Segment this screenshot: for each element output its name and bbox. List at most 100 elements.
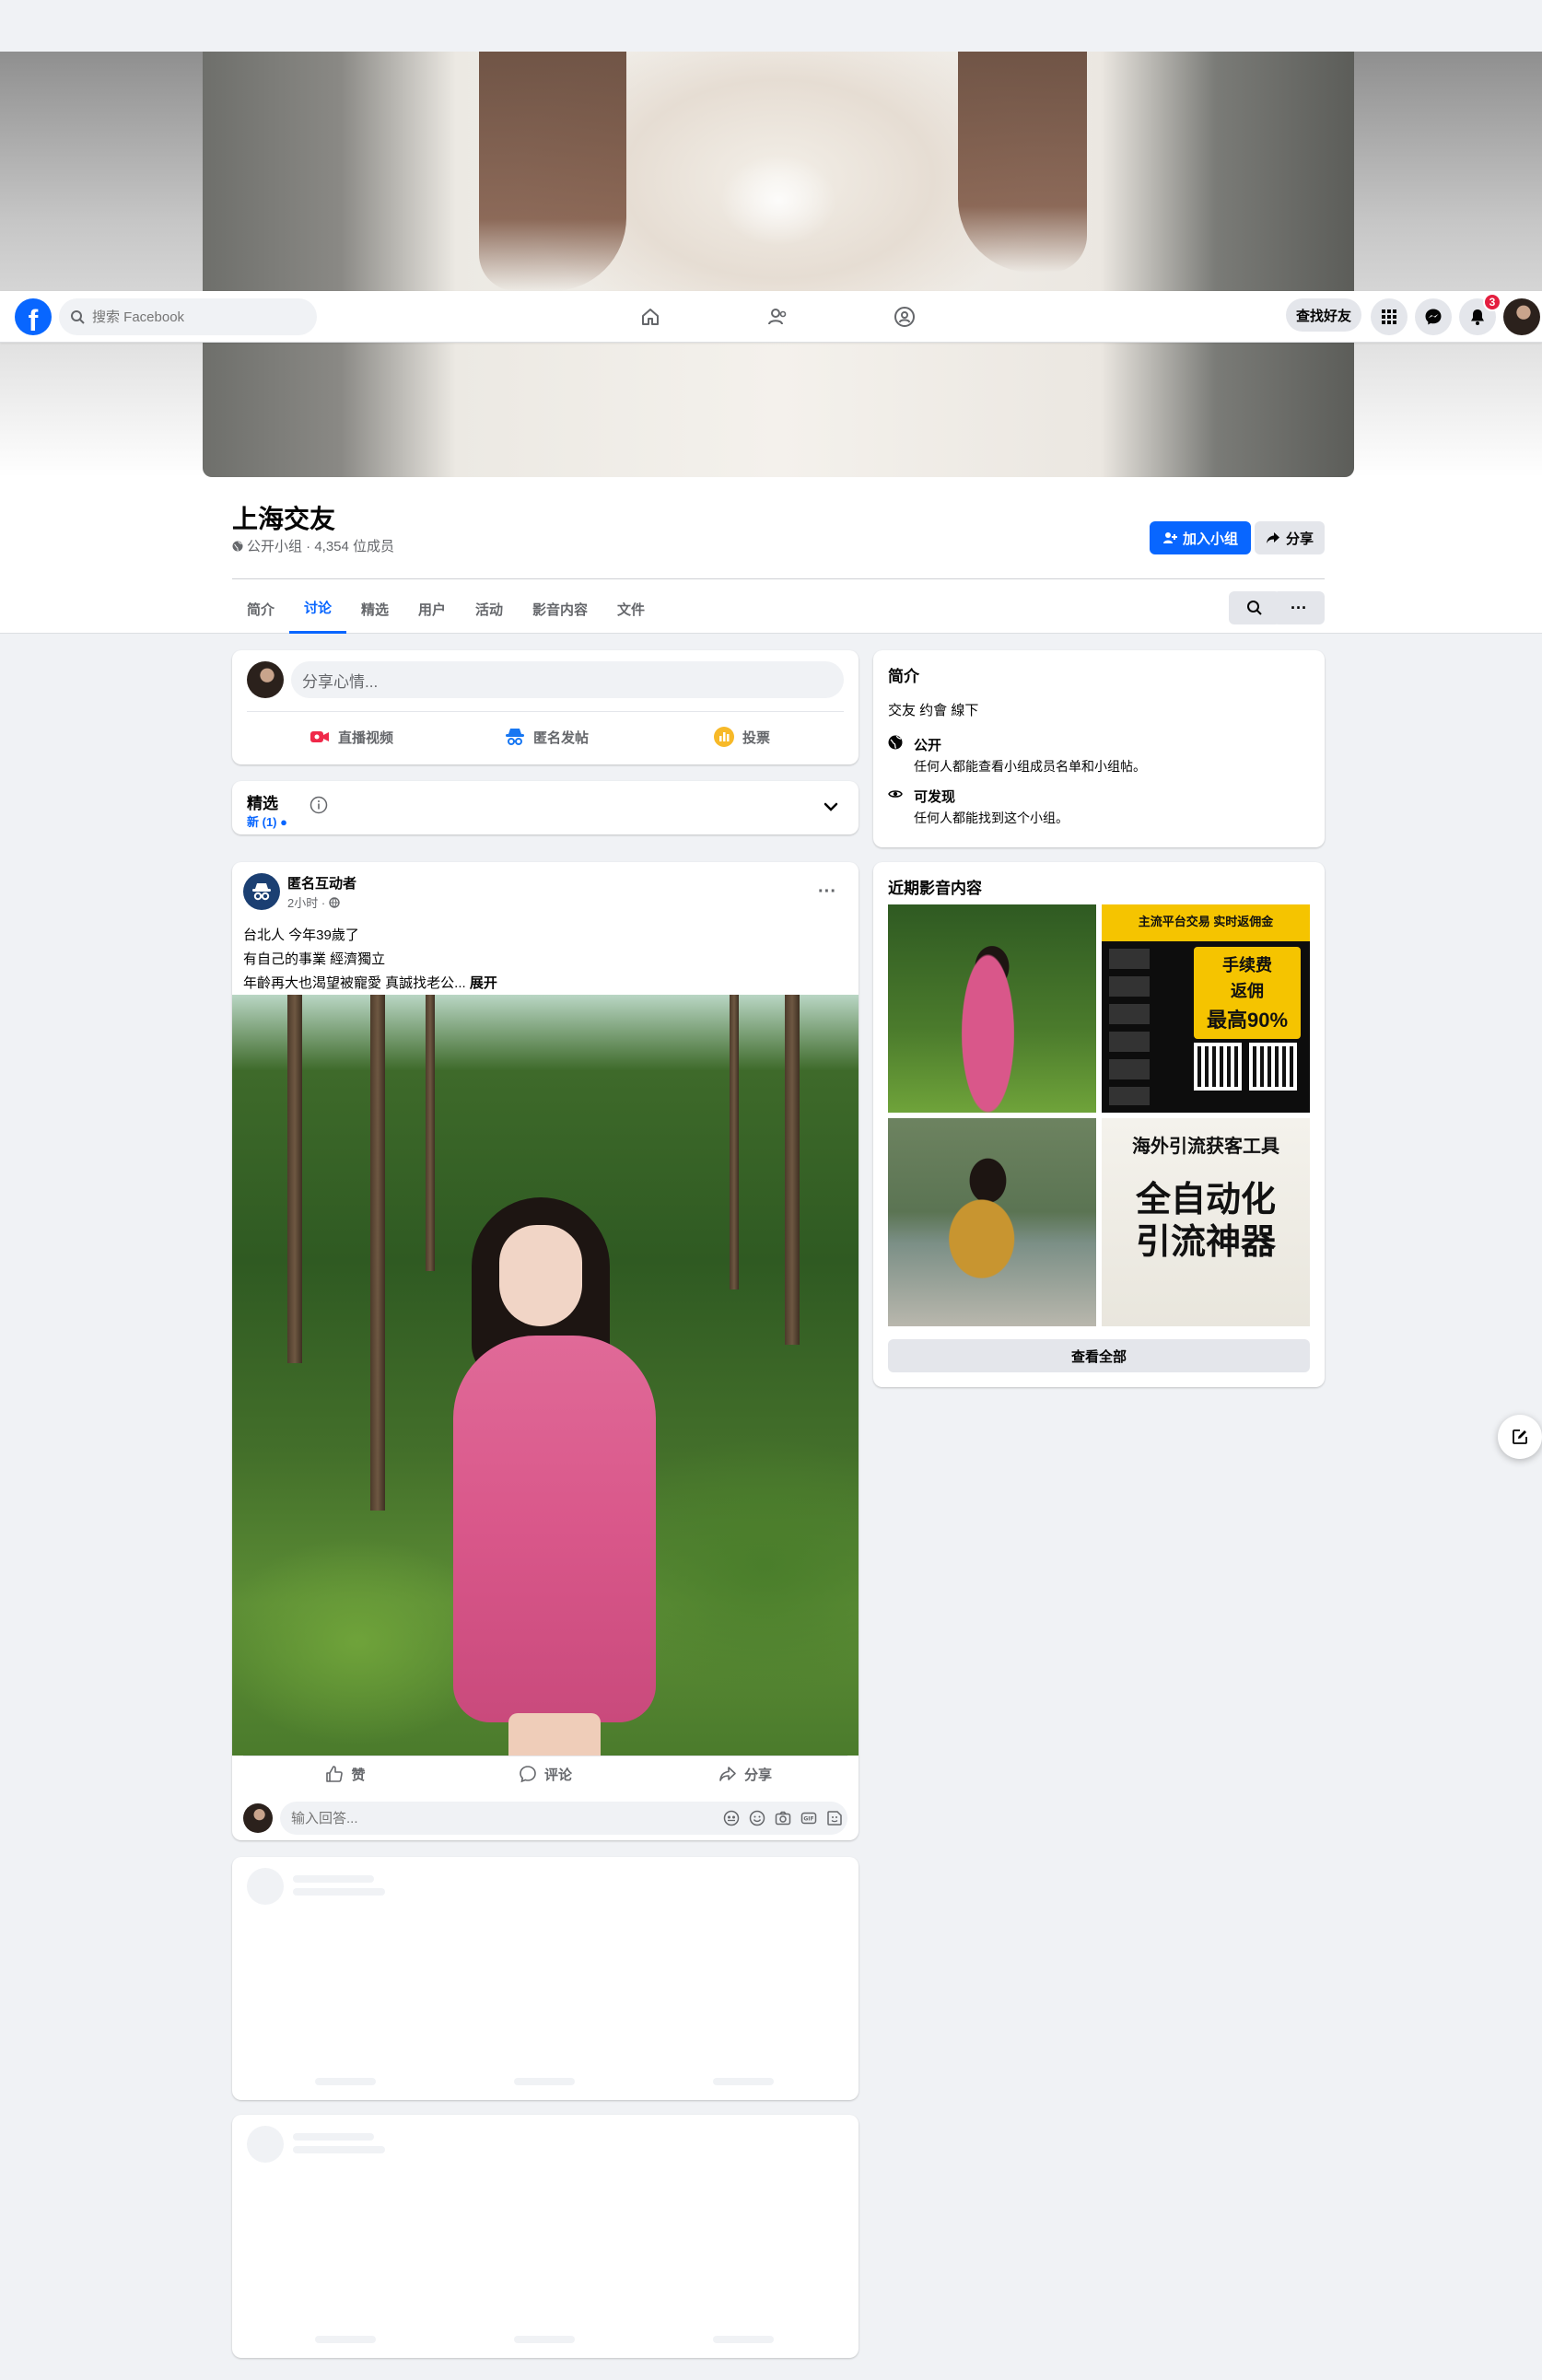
facebook-logo-icon[interactable]: f xyxy=(15,298,52,335)
group-title: 上海交友 xyxy=(232,505,336,533)
expand-text-link[interactable]: 展开 xyxy=(470,975,497,991)
tab-files[interactable]: 文件 xyxy=(602,584,660,634)
search-icon xyxy=(71,310,85,324)
media-thumbnail[interactable] xyxy=(888,1118,1096,1326)
group-cover-photo[interactable] xyxy=(203,52,1354,477)
featured-title: 精选 xyxy=(247,795,278,812)
tree-trunk xyxy=(785,995,800,1345)
view-all-media-button[interactable]: 查看全部 xyxy=(888,1339,1310,1372)
logo-letter: f xyxy=(28,304,39,337)
anonymous-post-button[interactable]: 匿名发帖 xyxy=(450,718,643,755)
qr-code-icon xyxy=(1249,1043,1297,1091)
tab-discussion[interactable]: 讨论 xyxy=(289,584,347,634)
tab-people[interactable]: 用户 xyxy=(403,584,461,634)
post-composer: 分享心情... 直播视频 匿名发帖 投票 xyxy=(232,650,859,764)
live-video-label: 直播视频 xyxy=(337,729,393,746)
share-arrow-icon xyxy=(719,1767,736,1781)
comment-input[interactable] xyxy=(291,1810,715,1826)
notification-count-badge: 3 xyxy=(1483,293,1501,311)
find-friends-button[interactable]: 查找好友 xyxy=(1286,298,1361,332)
join-group-icon xyxy=(1162,532,1177,543)
nav-friends-button[interactable] xyxy=(759,298,796,335)
post-options-button[interactable]: ··· xyxy=(811,875,844,908)
apps-menu-button[interactable] xyxy=(1371,298,1408,335)
tab-media[interactable]: 影音内容 xyxy=(518,584,602,634)
skeleton-line xyxy=(315,2078,376,2085)
media-thumbnail[interactable]: 主流平台交易 实时返佣金 手续费 返佣 最高90% xyxy=(1102,904,1310,1113)
woman-figure xyxy=(416,1197,693,1756)
anonymous-avatar[interactable] xyxy=(243,873,280,910)
avatar-sticker-icon[interactable] xyxy=(722,1809,741,1827)
share-post-button[interactable]: 分享 xyxy=(648,1757,842,1791)
commenter-avatar[interactable] xyxy=(243,1803,273,1833)
composer-input[interactable]: 分享心情... xyxy=(291,661,844,698)
post-photo[interactable] xyxy=(232,995,859,1756)
skeleton-line xyxy=(315,2336,376,2343)
tree-trunk xyxy=(287,995,302,1363)
anonymous-icon xyxy=(505,729,524,745)
share-post-label: 分享 xyxy=(743,1767,772,1783)
tree-trunk xyxy=(370,995,385,1511)
more-dots-icon: ··· xyxy=(818,881,836,902)
share-group-button[interactable]: 分享 xyxy=(1255,521,1325,554)
info-icon[interactable] xyxy=(310,796,328,814)
tab-label: 讨论 xyxy=(304,601,333,616)
poll-button[interactable]: 投票 xyxy=(645,718,838,755)
nav-groups-button[interactable] xyxy=(886,298,923,335)
messenger-button[interactable] xyxy=(1415,298,1452,335)
about-card: 简介 交友 约會 線下 公开 任何人都能查看小组成员名单和小组帖。 可发现 任何… xyxy=(873,650,1325,847)
privacy-title: 公开 xyxy=(914,738,942,753)
tab-featured[interactable]: 精选 xyxy=(346,584,403,634)
gif-icon[interactable]: GIF xyxy=(800,1809,818,1827)
search-input[interactable] xyxy=(92,309,295,325)
account-avatar[interactable] xyxy=(1503,298,1540,335)
chevron-down-icon[interactable] xyxy=(822,798,840,816)
sticker-icon[interactable] xyxy=(825,1809,844,1827)
comment-button[interactable]: 评论 xyxy=(449,1757,642,1791)
skeleton-line xyxy=(293,2146,385,2153)
exchange-logos xyxy=(1109,949,1150,1105)
promo-main-line-1: 全自动化 xyxy=(1135,1181,1276,1219)
live-video-button[interactable]: 直播视频 xyxy=(254,718,448,755)
svg-text:GIF: GIF xyxy=(803,1816,813,1823)
nav-home-button[interactable] xyxy=(632,298,669,335)
legs xyxy=(508,1713,601,1756)
feed-post: 匿名互动者 2小时 · ··· 台北人 今年39歲了 有自己的事業 經濟獨立 年… xyxy=(232,862,859,1840)
new-message-button[interactable] xyxy=(1498,1415,1542,1459)
like-button[interactable]: 赞 xyxy=(249,1757,442,1791)
about-description: 交友 约會 線下 xyxy=(888,703,979,718)
composer-divider xyxy=(247,711,844,712)
post-author[interactable]: 匿名互动者 xyxy=(287,873,356,892)
join-group-button[interactable]: 加入小组 xyxy=(1150,521,1251,554)
media-thumbnail[interactable] xyxy=(888,904,1096,1113)
about-title: 简介 xyxy=(888,668,919,685)
ad-highlight: 手续费 返佣 最高90% xyxy=(1194,947,1301,1039)
tab-label: 影音内容 xyxy=(532,601,589,618)
ad-line-1: 手续费 xyxy=(1222,956,1272,974)
tab-events[interactable]: 活动 xyxy=(461,584,518,634)
featured-section[interactable]: 精选 新 (1) ● xyxy=(232,781,859,834)
skeleton-line xyxy=(713,2336,774,2343)
group-more-button[interactable]: ··· xyxy=(1273,591,1325,624)
comment-box[interactable]: GIF xyxy=(280,1802,847,1835)
search-box[interactable] xyxy=(59,298,317,335)
tab-about[interactable]: 简介 xyxy=(232,584,289,634)
emoji-icon[interactable] xyxy=(748,1809,766,1827)
cover-backdrop xyxy=(0,52,1542,477)
share-arrow-icon xyxy=(1266,532,1279,543)
post-timestamp[interactable]: 2小时 · xyxy=(287,893,340,911)
find-friends-label: 查找好友 xyxy=(1295,308,1351,324)
composer-avatar[interactable] xyxy=(247,661,284,698)
like-label: 赞 xyxy=(351,1767,366,1783)
visibility-subtitle: 任何人都能找到这个小组。 xyxy=(914,811,1069,825)
tab-label: 活动 xyxy=(475,601,504,618)
comment-icon xyxy=(520,1766,536,1783)
search-icon xyxy=(1247,601,1262,615)
comment-label: 评论 xyxy=(543,1767,572,1783)
camera-icon[interactable] xyxy=(774,1809,792,1827)
media-thumbnail[interactable]: 海外引流获客工具 全自动化 引流神器 xyxy=(1102,1118,1310,1326)
tab-label: 文件 xyxy=(617,601,646,618)
post-text-line: 有自己的事業 經濟獨立 xyxy=(243,951,386,967)
post-time-text: 2小时 · xyxy=(287,896,326,910)
skeleton-line xyxy=(293,2133,374,2141)
